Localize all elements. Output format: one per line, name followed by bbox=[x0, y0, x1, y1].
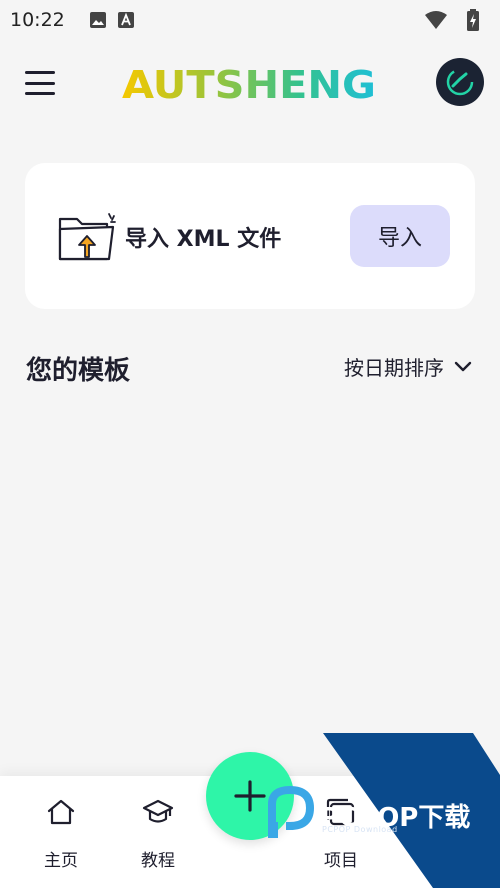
font-icon bbox=[117, 12, 134, 28]
folder-import-icon bbox=[58, 213, 116, 261]
sort-label: 按日期排序 bbox=[344, 356, 444, 380]
nav-item-home[interactable]: 主页 bbox=[26, 796, 96, 871]
status-right-icons bbox=[424, 9, 480, 31]
import-button[interactable]: 导入 bbox=[350, 205, 450, 267]
sort-dropdown[interactable]: 按日期排序 bbox=[344, 352, 472, 381]
chevron-down-icon bbox=[454, 361, 472, 371]
hamburger-menu-icon[interactable] bbox=[25, 71, 55, 95]
status-left-icons bbox=[89, 11, 135, 29]
brand-logo: AUTSHENG bbox=[122, 63, 376, 107]
nav-item-projects[interactable]: 项目 bbox=[306, 796, 376, 871]
projects-icon bbox=[326, 798, 355, 826]
nav-label-home: 主页 bbox=[44, 851, 78, 871]
app-logo-icon[interactable] bbox=[436, 58, 484, 106]
wifi-icon bbox=[425, 11, 447, 29]
brand-text: AUTSHENG bbox=[122, 63, 376, 107]
app-bar: AUTSHENG bbox=[0, 55, 500, 110]
nav-item-templates[interactable]: 模 bbox=[400, 796, 470, 871]
templates-icon bbox=[421, 798, 449, 826]
battery-icon bbox=[467, 9, 479, 31]
status-bar: 10:22 bbox=[0, 0, 500, 40]
import-xml-label: 导入 XML 文件 bbox=[125, 227, 282, 252]
nav-label-templates: 模 bbox=[426, 851, 444, 871]
status-time: 10:22 bbox=[10, 9, 65, 31]
templates-section-title: 您的模板 bbox=[26, 356, 131, 386]
import-xml-card: 导入 XML 文件 导入 bbox=[25, 163, 475, 309]
plus-icon bbox=[234, 780, 266, 812]
nav-label-tutorials: 教程 bbox=[141, 851, 175, 871]
nav-item-tutorials[interactable]: 教程 bbox=[123, 796, 193, 871]
image-icon bbox=[89, 12, 106, 28]
create-fab-button[interactable] bbox=[206, 752, 294, 840]
graduation-cap-icon bbox=[142, 799, 174, 823]
nav-label-projects: 项目 bbox=[324, 851, 358, 871]
home-icon bbox=[47, 799, 75, 825]
